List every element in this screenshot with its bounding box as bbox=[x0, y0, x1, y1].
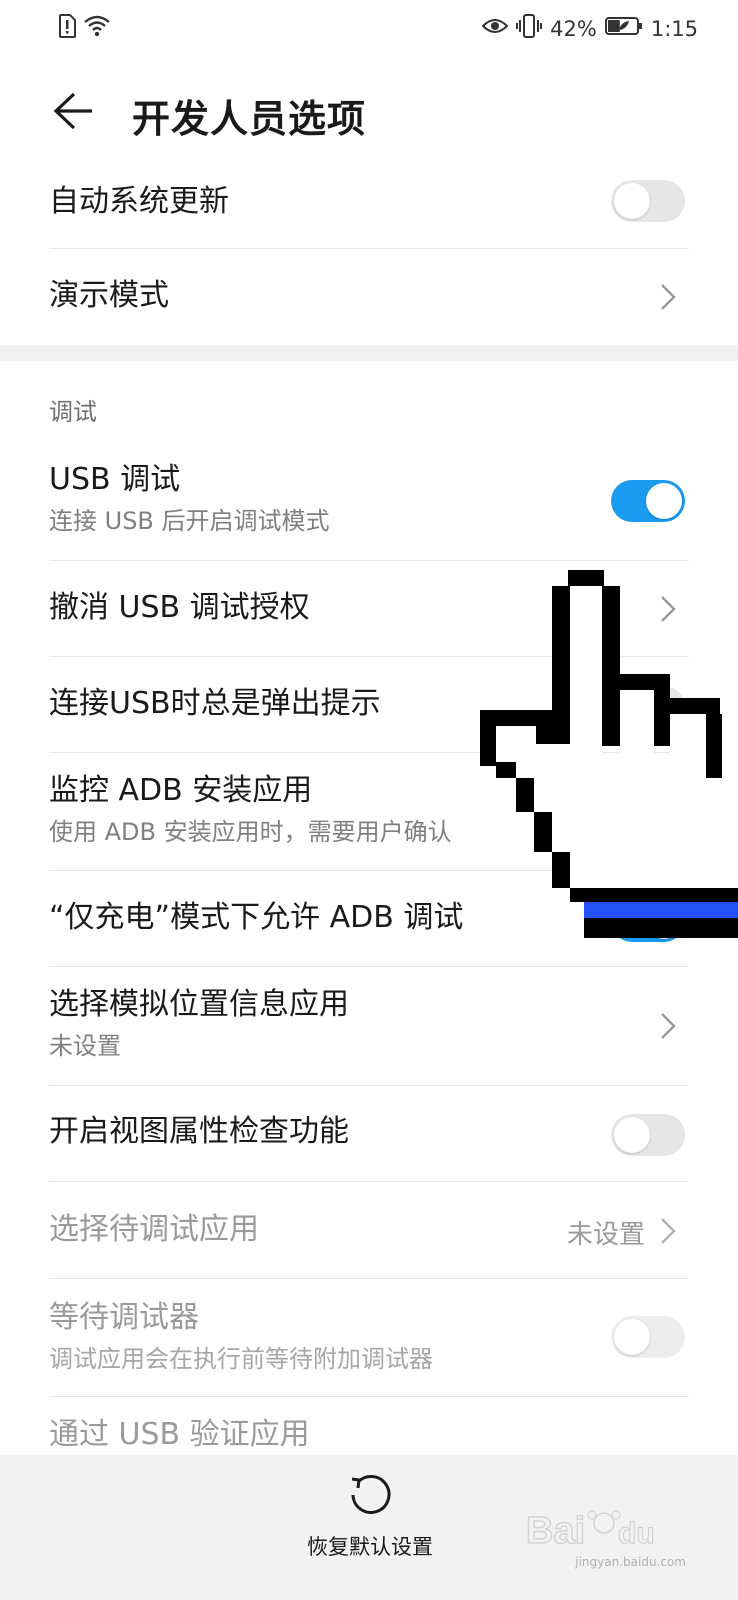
toggle-knob bbox=[614, 1319, 650, 1355]
wifi-icon bbox=[84, 15, 110, 41]
section-header-debug: 调试 bbox=[49, 398, 97, 426]
bottom-action-bar: 恢复默认设置 Bai du jingyan.baidu.com bbox=[0, 1455, 738, 1600]
chevron-right-icon bbox=[659, 1011, 677, 1041]
svg-text:Bai: Bai bbox=[526, 1510, 585, 1552]
chevron-right-icon bbox=[659, 282, 677, 312]
usb-debugging-toggle[interactable] bbox=[611, 480, 685, 522]
status-time: 1:15 bbox=[650, 16, 698, 41]
setting-value: 未设置 bbox=[566, 1220, 645, 1250]
setting-title: 等待调试器 bbox=[49, 1300, 199, 1335]
back-arrow-icon bbox=[52, 91, 94, 135]
section-separator bbox=[0, 345, 738, 361]
sim-alert-icon bbox=[58, 14, 76, 42]
divider bbox=[49, 1085, 689, 1086]
setting-subtitle: 连接 USB 后开启调试模式 bbox=[49, 507, 330, 535]
baidu-watermark: Bai du bbox=[525, 1495, 686, 1555]
setting-row-view-attribute-inspection[interactable]: 开启视图属性检查功能 bbox=[49, 1114, 689, 1156]
setting-title: 选择模拟位置信息应用 bbox=[49, 987, 349, 1022]
toggle-knob bbox=[614, 183, 650, 219]
status-bar: 42% 1:15 bbox=[0, 0, 738, 56]
divider bbox=[49, 966, 689, 967]
setting-subtitle: 调试应用会在执行前等待附加调试器 bbox=[49, 1345, 433, 1373]
restore-defaults-button[interactable]: 恢复默认设置 bbox=[280, 1473, 460, 1585]
setting-row-verify-apps-usb: 通过 USB 验证应用 bbox=[49, 1417, 689, 1455]
toggle-knob bbox=[646, 483, 682, 519]
title-bar: 开发人员选项 bbox=[0, 72, 738, 152]
pointing-hand-icon bbox=[480, 570, 738, 938]
setting-title: 开启视图属性检查功能 bbox=[49, 1114, 349, 1149]
back-button[interactable] bbox=[48, 90, 98, 136]
view-inspection-toggle[interactable] bbox=[611, 1114, 685, 1156]
setting-title: 演示模式 bbox=[49, 278, 169, 313]
setting-row-auto-system-update[interactable]: 自动系统更新 bbox=[49, 180, 689, 228]
battery-icon bbox=[604, 16, 643, 41]
divider bbox=[49, 1181, 689, 1182]
setting-title: 自动系统更新 bbox=[49, 184, 229, 219]
page-title: 开发人员选项 bbox=[132, 97, 367, 141]
setting-title: 通过 USB 验证应用 bbox=[49, 1417, 310, 1452]
setting-row-demo-mode[interactable]: 演示模式 bbox=[49, 278, 689, 318]
vibrate-icon bbox=[516, 14, 543, 43]
toggle-knob bbox=[614, 1117, 650, 1153]
svg-text:du: du bbox=[618, 1517, 655, 1550]
setting-row-wait-for-debugger: 等待调试器 调试应用会在执行前等待附加调试器 bbox=[49, 1300, 689, 1380]
setting-row-mock-location-app[interactable]: 选择模拟位置信息应用 未设置 bbox=[49, 987, 689, 1067]
watermark-url: jingyan.baidu.com bbox=[575, 1555, 686, 1569]
setting-subtitle: 未设置 bbox=[49, 1032, 121, 1060]
wait-debugger-toggle bbox=[611, 1316, 685, 1358]
divider bbox=[49, 248, 689, 249]
divider bbox=[49, 560, 689, 561]
restore-icon bbox=[280, 1473, 460, 1521]
restore-defaults-label: 恢复默认设置 bbox=[307, 1535, 433, 1559]
eye-comfort-icon bbox=[481, 16, 509, 41]
auto-update-toggle[interactable] bbox=[611, 180, 685, 222]
setting-title: USB 调试 bbox=[49, 462, 181, 497]
setting-row-usb-debugging[interactable]: USB 调试 连接 USB 后开启调试模式 bbox=[49, 462, 689, 542]
divider bbox=[49, 1278, 689, 1279]
chevron-right-icon bbox=[659, 1216, 677, 1246]
setting-row-select-debug-app: 选择待调试应用 未设置 bbox=[49, 1212, 689, 1252]
battery-percent: 42% bbox=[550, 16, 597, 41]
divider bbox=[49, 1396, 689, 1397]
